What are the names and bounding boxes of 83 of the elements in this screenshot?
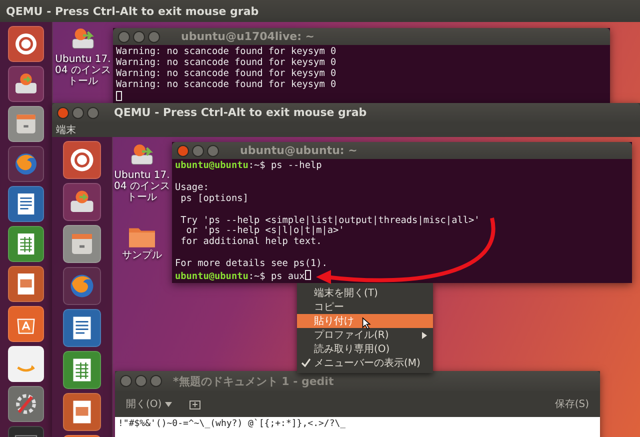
maximize-button[interactable] <box>207 144 219 156</box>
file-cabinet-icon <box>16 114 36 134</box>
globe-icon <box>16 154 36 174</box>
launcher-button[interactable] <box>63 141 101 179</box>
caret-icon <box>164 402 172 406</box>
document-icon <box>18 194 34 214</box>
smile-arrow-icon <box>17 365 35 372</box>
text-cursor <box>116 90 122 101</box>
terminal-line: Warning: no scancode found for keysym 0 <box>116 78 336 90</box>
desktop-icon-label[interactable]: Ubuntu 17.04 のインストール <box>114 170 170 203</box>
launcher-button[interactable] <box>8 306 44 342</box>
launcher-button[interactable] <box>8 226 44 262</box>
terminal-line: Try 'ps --help <simple|list|output|threads|misc|all>' <box>180 214 480 226</box>
checkmark-icon <box>301 358 311 368</box>
minimize-button[interactable] <box>72 106 84 118</box>
launcher-button[interactable] <box>63 309 101 347</box>
menu-item[interactable]: 端末を開く(T) <box>297 286 433 300</box>
new-document-icon[interactable] <box>188 398 201 410</box>
save-button[interactable]: 保存(S) <box>552 395 592 413</box>
spreadsheet-icon <box>73 358 91 382</box>
launcher-button[interactable] <box>63 183 101 221</box>
window-title: ubuntu@u1704live: ~ <box>181 30 315 43</box>
spreadsheet-icon <box>18 234 34 254</box>
launcher-button[interactable] <box>63 267 101 305</box>
text-cursor <box>304 270 311 280</box>
launcher-button[interactable] <box>8 106 44 142</box>
maximize-button[interactable] <box>150 375 162 387</box>
launcher-button[interactable] <box>63 225 101 263</box>
globe-icon <box>70 274 94 298</box>
settings-icon <box>16 394 36 414</box>
launcher-button[interactable] <box>8 146 44 182</box>
terminal-line: Usage: <box>175 182 209 193</box>
launcher-button[interactable] <box>8 266 44 302</box>
shopping-bag-icon <box>17 318 35 334</box>
drive-icon <box>70 190 94 212</box>
maximize-button[interactable] <box>148 30 160 42</box>
desktop-icon-label[interactable]: Ubuntu 17.04 のインストール <box>55 54 111 87</box>
menu-item[interactable]: 端末 <box>56 122 76 136</box>
terminal-line: ps [options] <box>180 192 248 204</box>
ubuntu-logo-icon <box>16 34 36 54</box>
terminal-line: :~$ ps --help <box>248 160 322 171</box>
open-button[interactable]: 開く(O) <box>123 395 175 413</box>
file-cabinet-icon <box>72 234 92 254</box>
close-button[interactable] <box>118 30 130 42</box>
mouse-pointer-icon <box>362 317 373 330</box>
window-title: *無題のドキュメント 1 - gedit <box>173 374 334 388</box>
drive-icon <box>16 74 36 94</box>
terminal-line: Warning: no scancode found for keysym 0 <box>116 46 336 57</box>
editor-text: !"#$%&'()~0-=^~\_(why?) @`[{;+:*]},<.>/?\_ <box>115 417 600 437</box>
window-title: QEMU - Press Ctrl-Alt to exit mouse grab <box>114 106 367 119</box>
terminal-line: :~$ ps aux <box>248 271 305 282</box>
terminal-prompt: ubuntu@ubuntu <box>175 160 248 171</box>
terminal-line: for additional help text. <box>180 236 322 248</box>
window-title: QEMU - Press Ctrl-Alt to exit mouse grab <box>6 4 259 18</box>
menu-item[interactable]: 読み取り専用(O) <box>297 342 433 356</box>
close-button[interactable] <box>120 375 132 387</box>
document-icon <box>73 316 91 340</box>
window-title: ubuntu@ubuntu: ~ <box>240 144 358 157</box>
terminal-line: Warning: no scancode found for keysym 0 <box>116 68 336 79</box>
launcher-button[interactable] <box>8 186 44 222</box>
menu-item[interactable]: プロファイル(R) <box>297 328 433 342</box>
presentation-icon <box>18 274 34 294</box>
minimize-button[interactable] <box>192 144 204 156</box>
launcher-button[interactable] <box>63 351 101 389</box>
launcher-button[interactable] <box>8 386 44 422</box>
terminal-prompt: ubuntu@ubuntu <box>175 271 248 282</box>
terminal-line: Warning: no scancode found for keysym 0 <box>116 56 336 68</box>
launcher-button[interactable] <box>8 26 44 62</box>
maximize-button[interactable] <box>87 106 99 118</box>
terminal-line: or 'ps --help <s|l|o|t|m|a>' <box>186 225 344 236</box>
menu-item[interactable]: コピー <box>297 300 433 314</box>
terminal-line: For more details see ps(1). <box>175 258 328 270</box>
ubuntu-logo-icon <box>70 148 94 172</box>
launcher-button[interactable] <box>63 393 101 431</box>
launcher-button[interactable] <box>8 66 44 102</box>
close-button[interactable] <box>57 106 69 118</box>
minimize-button[interactable] <box>135 375 147 387</box>
submenu-arrow-icon <box>422 332 427 338</box>
minimize-button[interactable] <box>133 30 145 42</box>
desktop-icon-label[interactable]: サンプル <box>122 250 162 261</box>
close-button[interactable] <box>177 144 189 156</box>
menu-item[interactable]: メニューバーの表示(M) <box>297 356 433 370</box>
presentation-icon <box>73 400 91 424</box>
